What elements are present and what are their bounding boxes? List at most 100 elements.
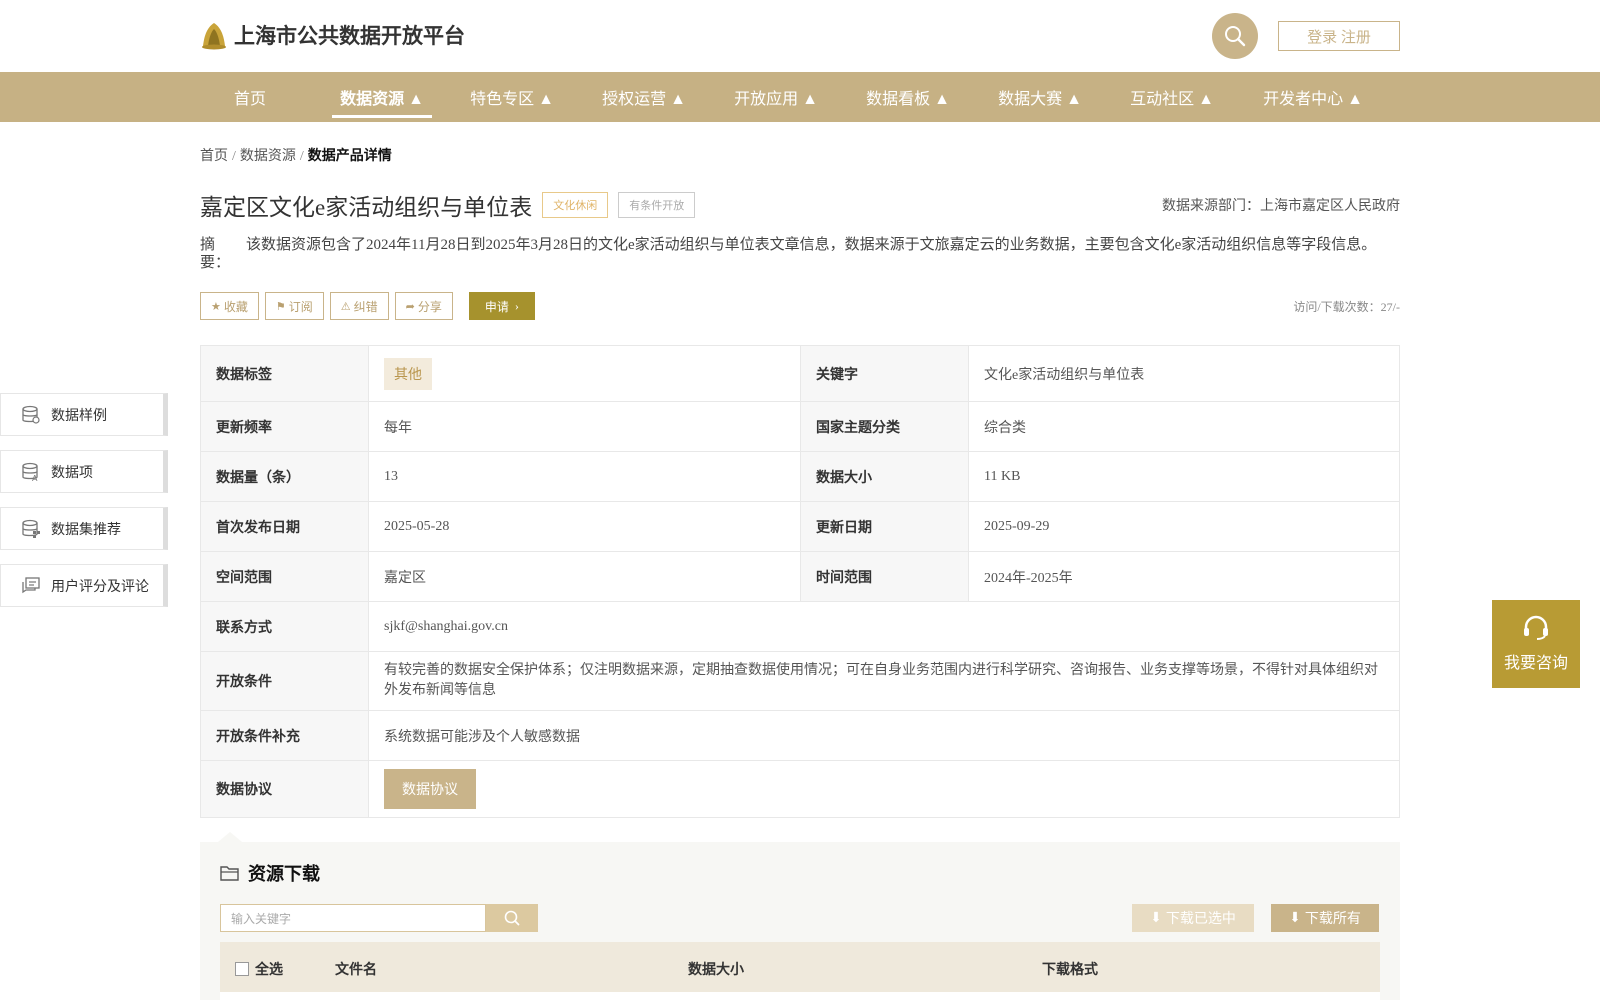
download-selected-label: 下载已选中 — [1165, 912, 1236, 927]
info-value: 2024年-2025年 — [968, 551, 1400, 602]
breadcrumb-resources[interactable]: 数据资源 — [240, 149, 296, 164]
consult-button[interactable]: 我要咨询 — [1492, 600, 1580, 688]
info-label: 首次发布日期 — [200, 501, 369, 552]
side-item-label: 数据项 — [51, 465, 93, 481]
database-text-icon: A — [22, 462, 38, 482]
open-type-tag: 有条件开放 — [618, 192, 696, 218]
side-item-dataset-recommend[interactable]: 数据集推荐 — [0, 507, 168, 550]
select-all-checkbox[interactable] — [235, 962, 249, 976]
table-row: 空间范围 嘉定区 时间范围 2024年-2025年 — [200, 551, 1400, 602]
source-department: 数据来源部门：上海市嘉定区人民政府 — [1162, 199, 1400, 214]
info-table: 数据标签 其他 关键字 文化e家活动组织与单位表 更新频率 每年 国家主题分类 … — [200, 345, 1400, 818]
resource-download-section: 资源下载 输入关键字 ⬇ 下载已选中 ⬇ 下载所有 全选 文件名 数据大小 下载… — [200, 832, 1400, 1000]
share-icon: ➦ — [405, 300, 415, 313]
side-item-label: 数据样例 — [51, 408, 107, 424]
side-item-rating-comments[interactable]: 用户评分及评论 — [0, 564, 168, 607]
top-header: 上海市公共数据开放平台 登录 注册 — [0, 0, 1600, 72]
main-nav: 首页 数据资源 ▲ 特色专区 ▲ 授权运营 ▲ 开放应用 ▲ 数据看板 ▲ 数据… — [0, 72, 1600, 122]
side-menu: 数据样例 A 数据项 数据集推荐 用户评分及评论 — [0, 393, 168, 621]
info-label: 关键字 — [800, 345, 969, 402]
breadcrumb-home[interactable]: 首页 — [200, 149, 228, 164]
report-label: 纠错 — [353, 299, 378, 314]
nav-data-resources[interactable]: 数据资源 ▲ — [332, 72, 432, 122]
login-register-button[interactable]: 登录 注册 — [1278, 21, 1400, 51]
title-row: 嘉定区文化e家活动组织与单位表 文化休闲 有条件开放 — [200, 188, 696, 222]
download-all-button[interactable]: ⬇ 下载所有 — [1271, 904, 1379, 932]
contact-email[interactable]: sjkf@shanghai.gov.cn — [368, 601, 1400, 652]
info-value: 数据协议 — [368, 760, 1400, 818]
nav-home[interactable]: 首页 — [218, 72, 282, 122]
info-label: 联系方式 — [200, 601, 369, 652]
database-icon — [22, 405, 40, 424]
info-value: 每年 — [368, 401, 801, 452]
visit-count: 访问/下载次数：27/- — [1293, 300, 1400, 314]
side-item-label: 数据集推荐 — [51, 522, 121, 538]
apply-button[interactable]: 申请 › — [468, 292, 535, 320]
breadcrumb-current: 数据产品详情 — [307, 149, 392, 164]
favorite-button[interactable]: ★ 收藏 — [200, 292, 259, 320]
report-error-button[interactable]: ⚠ 纠错 — [329, 292, 389, 320]
download-selected-button[interactable]: ⬇ 下载已选中 — [1132, 904, 1254, 932]
summary-label: 摘 要： — [200, 237, 231, 271]
action-bar: ★ 收藏 ⚑ 订阅 ⚠ 纠错 ➦ 分享 申请 › — [200, 292, 535, 320]
data-tag-badge[interactable]: 其他 — [384, 357, 432, 390]
table-row: 首次发布日期 2025-05-28 更新日期 2025-09-29 — [200, 501, 1400, 552]
nav-data-contest[interactable]: 数据大赛 ▲ — [994, 72, 1086, 122]
star-icon: ★ — [211, 300, 221, 313]
resource-table-header: 全选 文件名 数据大小 下载格式 — [220, 942, 1380, 992]
nav-special-zone[interactable]: 特色专区 ▲ — [466, 72, 558, 122]
select-all-label: 全选 — [255, 963, 283, 978]
page-title: 嘉定区文化e家活动组织与单位表 — [200, 195, 533, 220]
nav-authorized-ops[interactable]: 授权运营 ▲ — [598, 72, 690, 122]
warning-icon: ⚠ — [340, 300, 351, 313]
nav-developer-center[interactable]: 开发者中心 ▲ — [1258, 72, 1368, 122]
apply-label: 申请 — [484, 299, 509, 314]
category-tag: 文化休闲 — [542, 192, 609, 218]
info-value: 有较完善的数据安全保护体系；仅注明数据来源，定期抽查数据使用情况；可在自身业务范… — [368, 651, 1400, 711]
site-title: 上海市公共数据开放平台 — [234, 25, 465, 48]
column-header-size: 数据大小 — [688, 963, 744, 978]
side-item-label: 用户评分及评论 — [51, 579, 149, 595]
comment-icon — [22, 576, 40, 593]
side-item-data-sample[interactable]: 数据样例 — [0, 393, 168, 436]
column-header-filename: 文件名 — [335, 963, 377, 978]
info-label: 数据量（条） — [200, 451, 369, 502]
section-title-text: 资源下载 — [248, 864, 320, 884]
table-row: 更新频率 每年 国家主题分类 综合类 — [200, 401, 1400, 452]
data-agreement-button[interactable]: 数据协议 — [384, 769, 476, 809]
consult-label: 我要咨询 — [1503, 655, 1568, 672]
section-pointer — [218, 832, 242, 842]
search-icon — [504, 910, 520, 926]
logo-icon — [202, 23, 226, 50]
svg-text:A: A — [32, 474, 38, 482]
side-item-data-fields[interactable]: A 数据项 — [0, 450, 168, 493]
info-label: 开放条件 — [200, 651, 369, 711]
info-label: 更新频率 — [200, 401, 369, 452]
resource-search-input[interactable]: 输入关键字 — [220, 904, 486, 932]
nav-community[interactable]: 互动社区 ▲ — [1126, 72, 1218, 122]
info-value: 2025-05-28 — [368, 501, 801, 552]
info-label: 开放条件补充 — [200, 710, 369, 761]
resource-search-button[interactable] — [486, 904, 538, 932]
site-logo[interactable]: 上海市公共数据开放平台 — [200, 20, 465, 50]
breadcrumb-separator: / — [232, 149, 236, 164]
info-label: 时间范围 — [800, 551, 969, 602]
info-label: 数据标签 — [200, 345, 369, 402]
table-row — [220, 992, 1380, 1000]
table-row: 联系方式 sjkf@shanghai.gov.cn — [200, 601, 1400, 652]
nav-open-apps[interactable]: 开放应用 ▲ — [730, 72, 822, 122]
select-all[interactable]: 全选 — [235, 959, 283, 979]
search-button[interactable] — [1212, 13, 1258, 59]
info-value: 其他 — [368, 345, 801, 402]
subscribe-button[interactable]: ⚑ 订阅 — [264, 292, 324, 320]
favorite-label: 收藏 — [223, 299, 248, 314]
share-button[interactable]: ➦ 分享 — [394, 292, 453, 320]
info-label: 国家主题分类 — [800, 401, 969, 452]
info-label: 数据协议 — [200, 760, 369, 818]
info-label: 更新日期 — [800, 501, 969, 552]
info-value: 13 — [368, 451, 801, 502]
info-value: 综合类 — [968, 401, 1400, 452]
nav-data-board[interactable]: 数据看板 ▲ — [862, 72, 954, 122]
table-row: 数据标签 其他 关键字 文化e家活动组织与单位表 — [200, 345, 1400, 402]
breadcrumb-separator: / — [299, 149, 304, 164]
